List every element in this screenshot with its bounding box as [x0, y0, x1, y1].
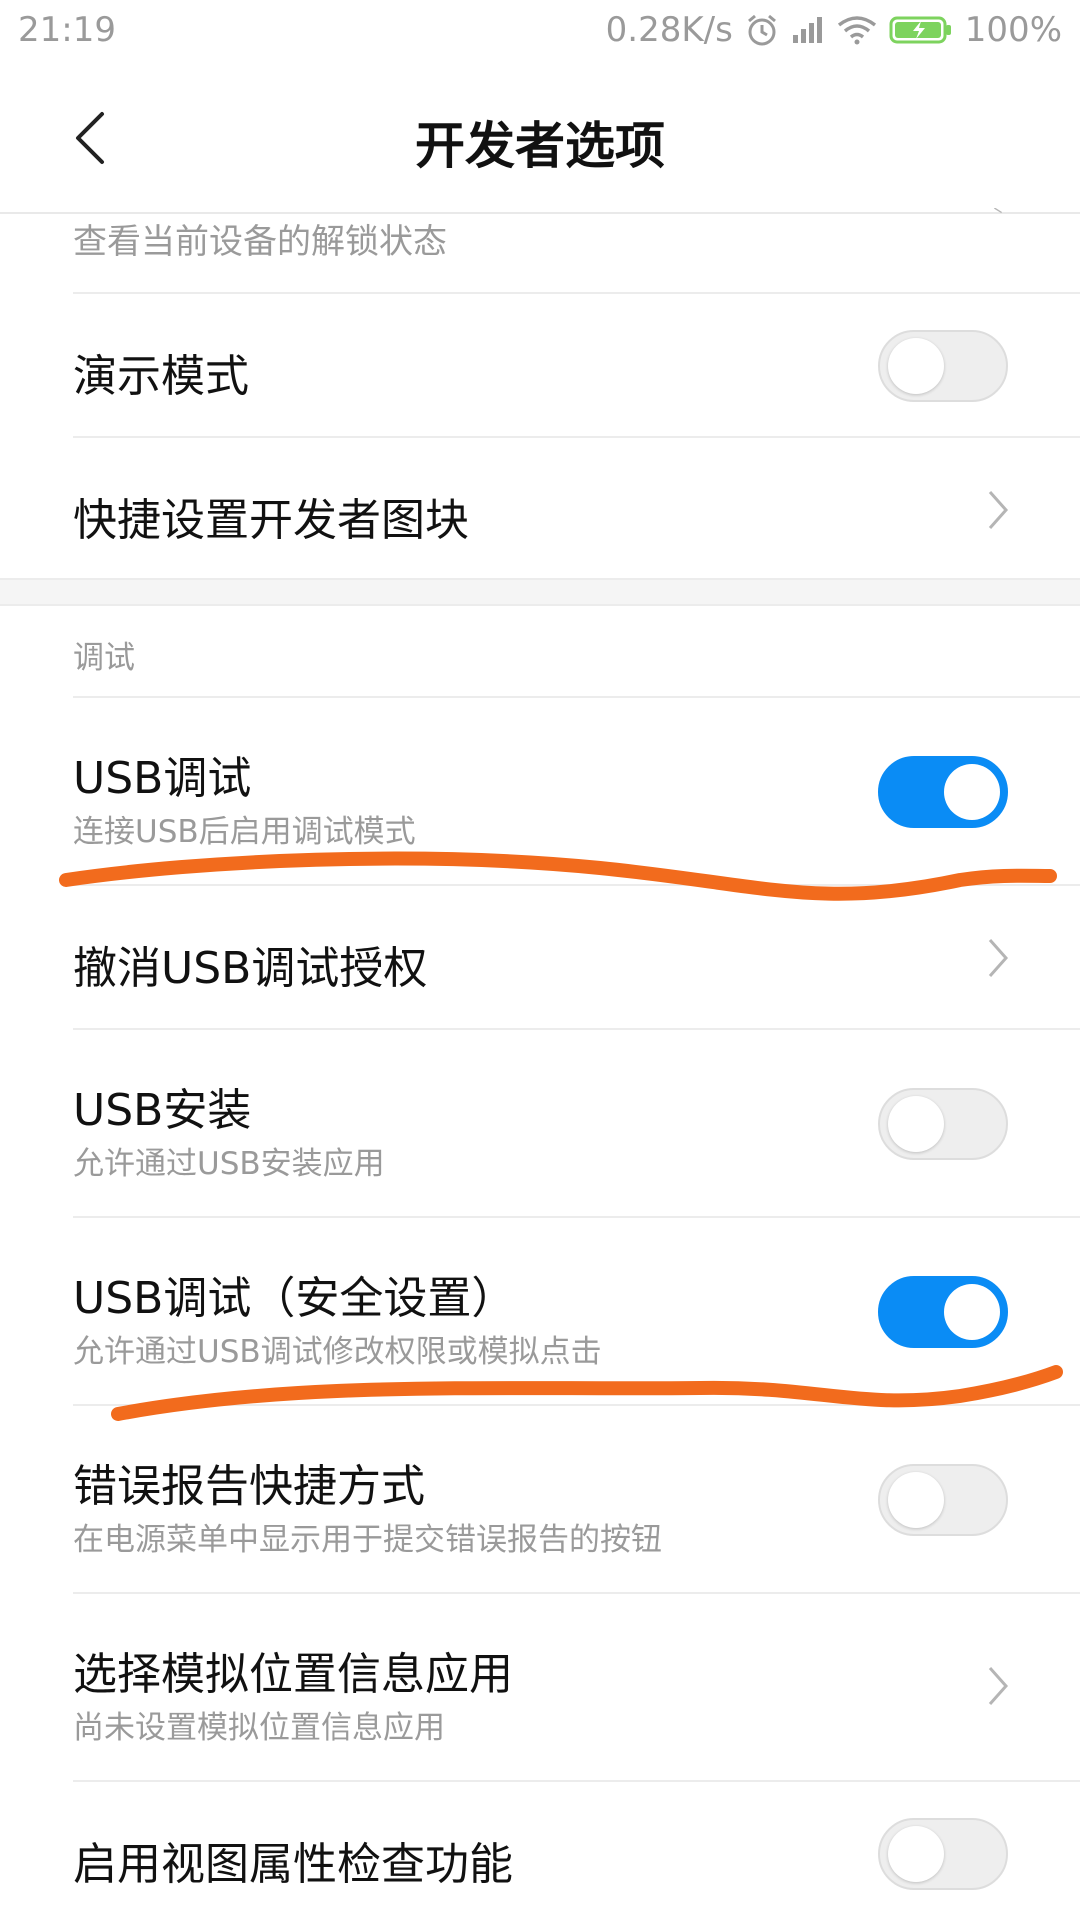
- battery-percent: 100%: [964, 10, 1062, 50]
- partial-row-unlock-status[interactable]: 查看当前设备的解锁状态: [73, 208, 1080, 292]
- row-view-attribute-inspection[interactable]: 启用视图属性检查功能: [73, 1780, 1080, 1922]
- row-mock-location-app[interactable]: 选择模拟位置信息应用 尚未设置模拟位置信息应用: [73, 1592, 1080, 1782]
- row-subtitle: 在电源菜单中显示用于提交错误报告的按钮: [73, 1522, 662, 1558]
- row-usb-debugging-security[interactable]: USB调试（安全设置） 允许通过USB调试修改权限或模拟点击: [73, 1216, 1080, 1406]
- chevron-right-icon: [988, 939, 1009, 977]
- signal-icon: [792, 17, 822, 43]
- row-usb-debugging[interactable]: USB调试 连接USB后启用调试模式: [73, 696, 1080, 886]
- toggle-usb-debugging[interactable]: [878, 756, 1008, 828]
- row-demo-mode[interactable]: 演示模式: [73, 292, 1080, 436]
- row-title: USB调试: [73, 753, 252, 804]
- row-subtitle: 允许通过USB安装应用: [73, 1146, 385, 1182]
- row-subtitle: 允许通过USB调试修改权限或模拟点击: [73, 1334, 602, 1370]
- row-revoke-usb-auth[interactable]: 撤消USB调试授权: [73, 884, 1080, 1028]
- battery-icon: [889, 16, 951, 44]
- row-bug-report-shortcut[interactable]: 错误报告快捷方式 在电源菜单中显示用于提交错误报告的按钮: [73, 1404, 1080, 1594]
- alarm-icon: [747, 14, 776, 46]
- toggle-bug-report-shortcut[interactable]: [878, 1464, 1008, 1536]
- header: 开发者选项: [0, 62, 1080, 212]
- row-quick-settings-tiles[interactable]: 快捷设置开发者图块: [73, 436, 1080, 580]
- row-title: 快捷设置开发者图块: [73, 495, 469, 546]
- network-speed: 0.28K/s: [605, 10, 733, 50]
- toggle-demo-mode[interactable]: [878, 330, 1008, 402]
- chevron-right-icon: [988, 491, 1009, 529]
- toggle-usb-debugging-security[interactable]: [878, 1276, 1008, 1348]
- toggle-usb-install[interactable]: [878, 1088, 1008, 1160]
- row-title: 演示模式: [73, 351, 249, 402]
- chevron-right-icon: [994, 208, 1002, 214]
- row-title: 选择模拟位置信息应用: [73, 1649, 513, 1700]
- wifi-icon: [837, 16, 876, 45]
- section-divider: [0, 578, 1080, 606]
- row-title: USB调试（安全设置）: [73, 1273, 516, 1324]
- status-icons: 0.28K/s 100%: [606, 10, 1062, 50]
- row-title: 撤消USB调试授权: [73, 943, 428, 994]
- row-title: 启用视图属性检查功能: [73, 1839, 513, 1890]
- toggle-view-attribute-inspection[interactable]: [878, 1818, 1008, 1890]
- page-title: 开发者选项: [415, 117, 665, 175]
- status-bar: 21:19 0.28K/s 100%: [0, 0, 1080, 62]
- row-subtitle: 尚未设置模拟位置信息应用: [73, 1710, 445, 1746]
- row-usb-install[interactable]: USB安装 允许通过USB安装应用: [73, 1028, 1080, 1218]
- partial-row-subtitle: 查看当前设备的解锁状态: [73, 222, 447, 262]
- section-label-debug: 调试: [73, 640, 135, 676]
- row-title: 错误报告快捷方式: [73, 1461, 425, 1512]
- row-subtitle: 连接USB后启用调试模式: [73, 814, 416, 850]
- chevron-right-icon: [988, 1667, 1009, 1705]
- status-time: 21:19: [18, 10, 116, 50]
- row-title: USB安装: [73, 1085, 252, 1136]
